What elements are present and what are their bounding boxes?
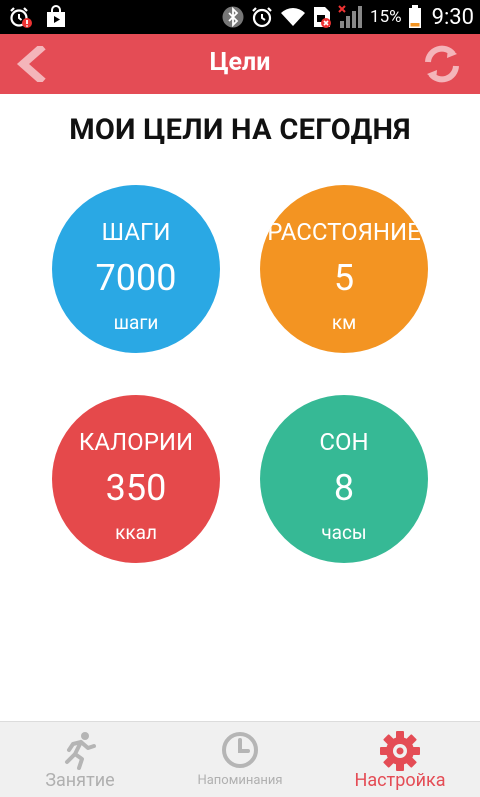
app-title: Цели: [209, 48, 271, 77]
nav-label: Настройка: [354, 770, 446, 791]
nav-label: Занятие: [45, 770, 115, 791]
goal-value: 8: [333, 467, 355, 509]
goal-label: ШАГИ: [101, 218, 171, 246]
battery-icon: [408, 5, 422, 29]
goal-label: СОН: [319, 428, 369, 456]
wifi-icon: [280, 6, 306, 28]
goal-value: 5: [333, 257, 355, 299]
signal-icon: [338, 5, 364, 29]
screen: 15% 9:30 Цели МОИ ЦЕЛИ НА СЕГОДНЯ ШАГИ 7…: [0, 0, 480, 797]
goal-unit: шаги: [113, 311, 159, 334]
nav-item-reminders[interactable]: Напоминания: [160, 722, 320, 797]
page-title: МОИ ЦЕЛИ НА СЕГОДНЯ: [69, 113, 411, 147]
alarm-icon: [8, 5, 32, 29]
goal-label: КАЛОРИИ: [78, 428, 194, 456]
status-bar-right: 15% 9:30: [222, 4, 474, 30]
goal-value: 350: [105, 467, 167, 509]
goal-value: 7000: [95, 257, 177, 299]
bottom-nav: Занятие Напоминания Настройка: [0, 721, 480, 797]
goal-unit: ккал: [115, 521, 157, 544]
goal-distance[interactable]: РАССТОЯНИЕ 5 км: [260, 185, 428, 353]
play-store-icon: [44, 5, 68, 29]
clock-icon: [220, 730, 260, 774]
status-clock: 9:30: [431, 4, 474, 30]
nav-label: Напоминания: [197, 773, 283, 788]
goal-calories[interactable]: КАЛОРИИ 350 ккал: [52, 395, 220, 563]
app-bar: Цели: [0, 34, 480, 94]
running-person-icon: [58, 730, 102, 774]
status-bar: 15% 9:30: [0, 0, 480, 34]
nav-item-settings[interactable]: Настройка: [320, 722, 480, 797]
bluetooth-icon: [222, 5, 244, 29]
battery-percent: 15%: [370, 7, 402, 27]
refresh-button[interactable]: [420, 43, 464, 85]
goal-unit: км: [331, 311, 357, 334]
goal-sleep[interactable]: СОН 8 часы: [260, 395, 428, 563]
refresh-icon: [425, 45, 459, 83]
goal-unit: часы: [321, 521, 367, 544]
nav-item-activity[interactable]: Занятие: [0, 722, 160, 797]
status-bar-left: [8, 5, 68, 29]
goal-steps[interactable]: ШАГИ 7000 шаги: [52, 185, 220, 353]
sim-icon: [312, 5, 332, 29]
goal-label: РАССТОЯНИЕ: [267, 218, 421, 246]
alarm-clock-icon: [250, 5, 274, 29]
